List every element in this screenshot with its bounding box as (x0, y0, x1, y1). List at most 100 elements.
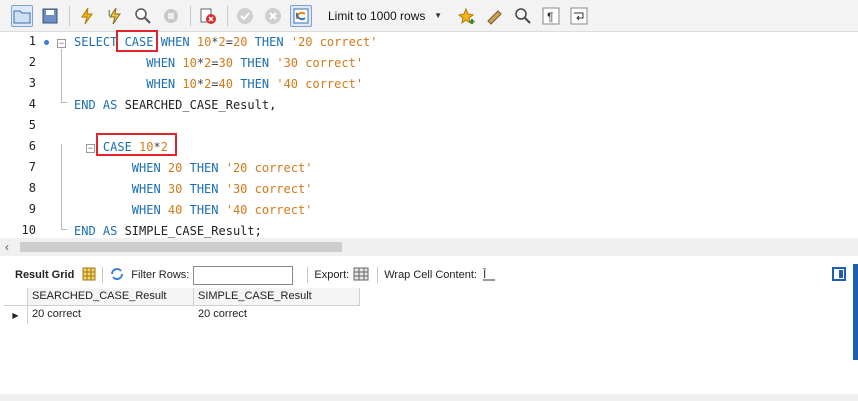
column-header[interactable]: SIMPLE_CASE_Result (194, 288, 360, 306)
code-token-op: * (196, 56, 205, 70)
code-token-num: 20 (167, 161, 183, 175)
row-selector-header[interactable] (4, 288, 28, 306)
toolbar-separator (69, 5, 70, 26)
code-token-op: * (196, 77, 205, 91)
rollback-icon[interactable] (262, 5, 284, 27)
chevron-down-icon: ▼ (434, 11, 442, 20)
svg-text:Ī: Ī (483, 268, 487, 281)
explain-icon[interactable] (132, 5, 154, 27)
toggle-error-icon[interactable] (197, 5, 219, 27)
wrap-cell-icon[interactable]: Ī (482, 267, 495, 284)
save-icon[interactable] (39, 5, 61, 27)
code-token-str: '20 correct' (225, 161, 313, 175)
code-token-op: = (211, 77, 219, 91)
execute-icon[interactable] (76, 5, 98, 27)
limit-rows-label: Limit to 1000 rows (328, 8, 426, 23)
scrollbar-thumb[interactable] (20, 242, 342, 252)
column-header[interactable]: SEARCHED_CASE_Result (28, 288, 194, 306)
side-panel-toggle-icon[interactable] (832, 267, 846, 281)
toolbar-separator (307, 267, 309, 283)
table-cell[interactable]: 20 correct (28, 306, 194, 324)
code-token-str: '20 correct' (290, 35, 378, 49)
status-bar (0, 394, 858, 401)
code-token-num: 10 (182, 77, 197, 91)
code-token-num: 40 (218, 77, 233, 91)
line-number: 7 (28, 160, 36, 174)
filter-rows-label: Filter Rows: (131, 269, 190, 281)
code-token-txt: SIMPLE_CASE_Result; (124, 224, 262, 238)
case-highlight-box (116, 30, 158, 52)
code-token-str: '30 correct' (276, 56, 364, 70)
line-number: 1 (28, 34, 36, 48)
commit-icon[interactable] (234, 5, 256, 27)
code-line[interactable]: WHEN 20 THEN '20 correct' (74, 158, 313, 179)
code-token-kw: THEN (182, 182, 226, 196)
editor-toolbar: I Limit to 1000 rows ▼ ¶ (0, 0, 858, 32)
code-token-num: 30 (167, 182, 183, 196)
code-token-num: 10 (196, 35, 212, 49)
line-number-gutter: 1 2 3 4 5 6 7 8 9 10 (0, 32, 44, 238)
sql-editor[interactable]: 1 2 3 4 5 6 7 8 9 10 − − SELECT CASE WHE… (0, 30, 858, 238)
open-folder-icon[interactable] (11, 4, 33, 27)
code-token-kw: WHEN (74, 203, 168, 217)
line-number: 5 (28, 118, 36, 132)
fold-toggle-icon[interactable]: − (57, 39, 66, 48)
right-panel-strip[interactable] (853, 264, 858, 360)
code-token-op: * (211, 35, 219, 49)
filter-rows-input[interactable] (193, 265, 294, 285)
search-icon[interactable] (512, 5, 534, 27)
execute-current-icon[interactable]: I (104, 5, 126, 27)
stop-icon[interactable] (160, 5, 182, 27)
wrap-icon[interactable] (568, 5, 590, 27)
code-token-num: 30 (218, 56, 233, 70)
code-token-kw: END AS (74, 224, 125, 238)
code-token-num: 10 (182, 56, 197, 70)
code-token-kw: THEN (247, 35, 291, 49)
line-number: 8 (28, 181, 36, 195)
refresh-icon[interactable] (109, 267, 125, 284)
code-line[interactable]: WHEN 40 THEN '40 correct' (74, 200, 313, 221)
beautify-icon[interactable] (484, 5, 506, 27)
line-number: 6 (28, 139, 36, 153)
grid-view-icon[interactable] (82, 267, 96, 284)
autocommit-icon[interactable] (290, 4, 312, 27)
row-pointer-icon[interactable]: ▶ (4, 306, 28, 324)
limit-rows-select[interactable]: Limit to 1000 rows ▼ (324, 5, 448, 27)
toolbar-separator (227, 5, 228, 26)
line-number: 9 (28, 202, 36, 216)
code-line[interactable]: WHEN 30 THEN '30 correct' (74, 179, 313, 200)
fold-guide (61, 102, 67, 103)
invisible-chars-icon[interactable]: ¶ (540, 5, 562, 27)
code-token-num: 2 (218, 35, 226, 49)
line-number: 3 (28, 76, 36, 90)
code-line[interactable]: END AS SEARCHED_CASE_Result, (74, 95, 276, 116)
fold-guide (61, 49, 62, 102)
toolbar-separator (102, 267, 104, 283)
wrap-cell-label: Wrap Cell Content: (384, 269, 477, 281)
horizontal-scrollbar[interactable]: ‹ (0, 238, 858, 256)
code-token-kw: THEN (232, 56, 277, 70)
code-token-kw: END AS (74, 98, 125, 112)
table-row[interactable]: ▶ 20 correct 20 correct (4, 306, 360, 324)
scroll-left-icon[interactable]: ‹ (5, 240, 9, 254)
grid-header: SEARCHED_CASE_Result SIMPLE_CASE_Result (4, 288, 360, 306)
export-label: Export: (314, 269, 350, 281)
table-cell[interactable]: 20 correct (194, 306, 360, 324)
code-line[interactable]: WHEN 10*2=30 THEN '30 correct' (74, 53, 363, 74)
code-token-op: = (225, 35, 233, 49)
add-snippet-icon[interactable] (456, 5, 478, 27)
case-expression-highlight-box (96, 133, 177, 156)
code-token-kw: THEN (232, 77, 277, 91)
statement-marker-icon (44, 40, 49, 45)
result-grid-tab[interactable]: Result Grid (15, 269, 74, 281)
svg-text:¶: ¶ (547, 10, 553, 24)
code-token-kw: WHEN (74, 77, 183, 91)
export-icon[interactable] (353, 266, 371, 285)
code-line[interactable]: WHEN 10*2=40 THEN '40 correct' (74, 74, 363, 95)
code-token-kw: WHEN (74, 161, 168, 175)
code-token-txt: SEARCHED_CASE_Result, (124, 98, 277, 112)
code-token-num: 40 (167, 203, 183, 217)
toolbar-separator (377, 267, 379, 283)
result-toolbar: Result Grid Filter Rows: Export: Wrap Ce… (0, 264, 858, 286)
result-grid[interactable]: SEARCHED_CASE_Result SIMPLE_CASE_Result … (4, 288, 360, 324)
